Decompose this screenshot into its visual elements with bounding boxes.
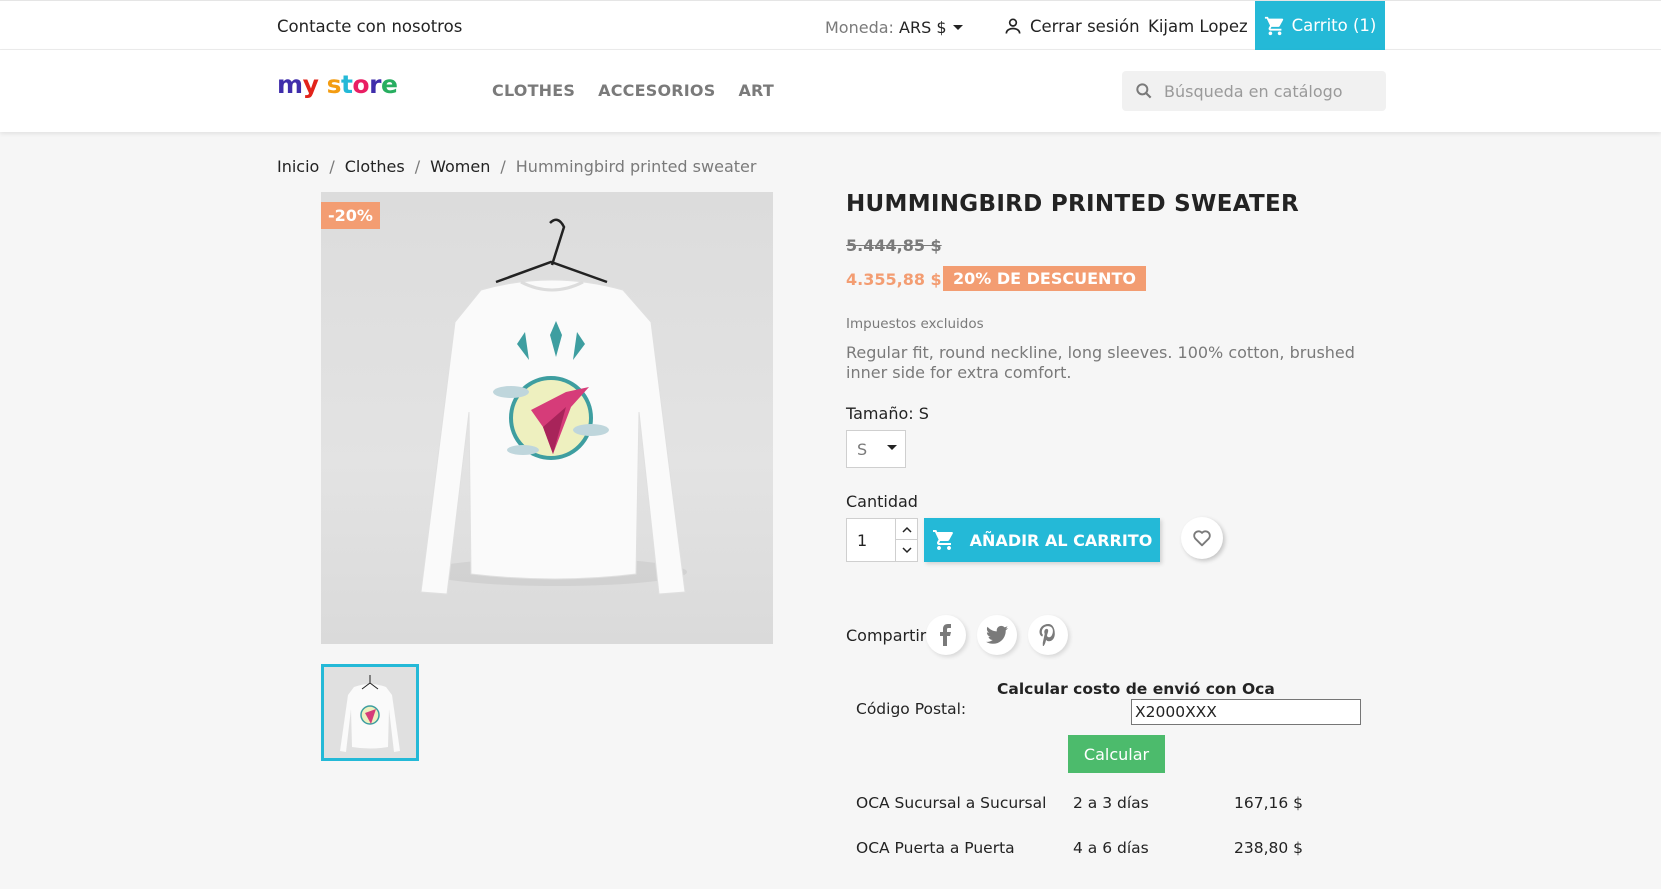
rate-cost: 238,80 $ bbox=[1234, 839, 1304, 857]
share-label: Compartir bbox=[846, 626, 927, 645]
cart-icon bbox=[1264, 16, 1283, 35]
cart-button[interactable]: Carrito (1) bbox=[1255, 1, 1385, 50]
facebook-icon bbox=[940, 624, 951, 646]
caret-down-icon bbox=[952, 24, 963, 30]
logout-link[interactable]: Cerrar sesión bbox=[1003, 16, 1140, 36]
product-title: HUMMINGBIRD PRINTED SWEATER bbox=[846, 191, 1300, 217]
breadcrumb-current: Hummingbird printed sweater bbox=[515, 157, 757, 176]
share-twitter-button[interactable] bbox=[977, 615, 1017, 655]
quantity-stepper bbox=[846, 518, 918, 562]
postal-code-label: Código Postal: bbox=[856, 700, 967, 718]
caret-down-icon bbox=[887, 445, 898, 450]
tax-note: Impuestos excluidos bbox=[846, 316, 984, 332]
nav-item-art[interactable]: ART bbox=[738, 81, 774, 100]
discount-flag: -20% bbox=[321, 202, 380, 229]
nav-item-accesorios[interactable]: ACCESORIOS bbox=[598, 81, 715, 100]
quantity-input[interactable] bbox=[847, 519, 895, 561]
currency-label: Moneda: bbox=[825, 18, 894, 37]
quantity-decrease-button[interactable] bbox=[895, 540, 917, 561]
add-to-cart-label: AÑADIR AL CARRITO bbox=[969, 530, 1153, 550]
breadcrumb-women[interactable]: Women bbox=[430, 157, 490, 176]
breadcrumb-clothes[interactable]: Clothes bbox=[345, 157, 405, 176]
product-description: Regular fit, round neckline, long sleeve… bbox=[846, 343, 1355, 382]
chevron-down-icon bbox=[901, 547, 912, 554]
shipping-calculator-title: Calcular costo de envió con Oca bbox=[997, 680, 1275, 698]
store-logo[interactable]: my store bbox=[277, 70, 398, 99]
heart-icon bbox=[1193, 530, 1211, 547]
main-header: my store CLOTHES ACCESORIOS ART bbox=[0, 50, 1661, 132]
cart-icon bbox=[932, 530, 953, 550]
top-bar: Contacte con nosotros Moneda: ARS $ Cerr… bbox=[0, 0, 1661, 50]
logout-label: Cerrar sesión bbox=[1030, 16, 1140, 36]
breadcrumb-separator: / bbox=[329, 157, 335, 176]
rate-name: OCA Puerta a Puerta bbox=[856, 839, 1015, 857]
rate-cost: 167,16 $ bbox=[1234, 794, 1304, 812]
twitter-icon bbox=[986, 625, 1008, 644]
breadcrumb-separator: / bbox=[500, 157, 506, 176]
breadcrumb-separator: / bbox=[414, 157, 421, 176]
search-input[interactable] bbox=[1164, 81, 1374, 101]
rate-time: 4 a 6 días bbox=[1073, 839, 1149, 857]
contact-link[interactable]: Contacte con nosotros bbox=[277, 17, 462, 36]
cart-label: Carrito (1) bbox=[1291, 16, 1377, 35]
share-facebook-button[interactable] bbox=[926, 615, 966, 655]
current-price: 4.355,88 $ bbox=[846, 270, 942, 289]
search-box bbox=[1122, 71, 1386, 111]
user-icon bbox=[1005, 18, 1021, 34]
size-value: S bbox=[857, 439, 868, 459]
search-icon[interactable] bbox=[1134, 81, 1154, 101]
product-thumbnail[interactable] bbox=[321, 664, 419, 761]
nav-item-clothes[interactable]: CLOTHES bbox=[492, 81, 575, 100]
calculate-button[interactable]: Calcular bbox=[1068, 735, 1165, 773]
quantity-label: Cantidad bbox=[846, 492, 918, 511]
sweater-thumbnail-illustration bbox=[340, 675, 400, 752]
regular-price: 5.444,85 $ bbox=[846, 236, 942, 255]
size-select[interactable]: S bbox=[846, 430, 906, 468]
rate-name: OCA Sucursal a Sucursal bbox=[856, 794, 1047, 812]
size-label: Tamaño: S bbox=[846, 404, 929, 423]
breadcrumb: Inicio / Clothes / Women / Hummingbird p… bbox=[277, 157, 756, 176]
sweater-illustration bbox=[420, 218, 687, 595]
account-link[interactable]: Kijam Lopez bbox=[1148, 17, 1248, 36]
quantity-increase-button[interactable] bbox=[895, 519, 917, 540]
currency-value: ARS $ bbox=[899, 18, 947, 37]
add-to-cart-button[interactable]: AÑADIR AL CARRITO bbox=[924, 518, 1160, 562]
postal-code-input[interactable] bbox=[1131, 699, 1361, 725]
main-nav: CLOTHES ACCESORIOS ART bbox=[492, 81, 774, 100]
breadcrumb-home[interactable]: Inicio bbox=[277, 157, 319, 176]
currency-selector[interactable]: Moneda: ARS $ bbox=[825, 18, 963, 37]
discount-badge: 20% DE DESCUENTO bbox=[943, 266, 1146, 291]
pinterest-icon bbox=[1039, 624, 1055, 646]
chevron-up-icon bbox=[901, 526, 912, 533]
wishlist-button[interactable] bbox=[1181, 517, 1223, 559]
share-pinterest-button[interactable] bbox=[1028, 615, 1068, 655]
rate-time: 2 a 3 días bbox=[1073, 794, 1149, 812]
product-main-image[interactable] bbox=[321, 192, 773, 644]
